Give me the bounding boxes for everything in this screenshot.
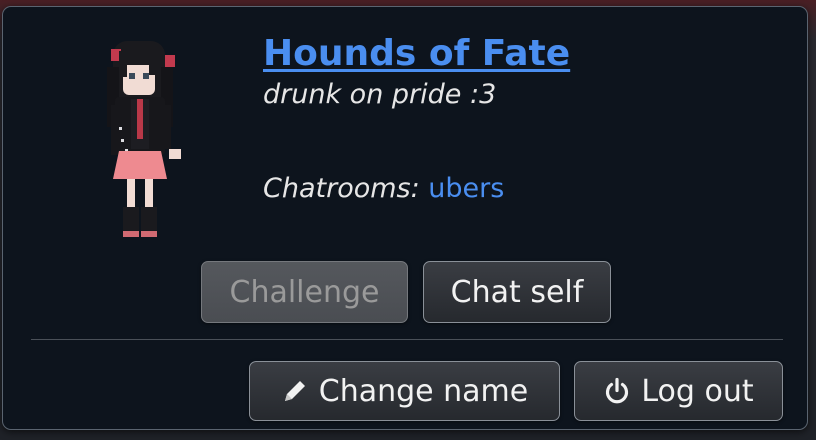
change-name-button[interactable]: Change name	[249, 361, 560, 421]
user-avatar	[91, 27, 203, 245]
log-out-button[interactable]: Log out	[574, 361, 783, 421]
user-popup: Hounds of Fate drunk on pride :3 Chatroo…	[2, 6, 808, 430]
power-icon	[603, 377, 631, 405]
divider	[31, 339, 783, 340]
challenge-button-label: Challenge	[229, 274, 380, 310]
chat-self-button[interactable]: Chat self	[423, 261, 611, 323]
pencil-icon	[281, 377, 309, 405]
chat-self-button-label: Chat self	[450, 274, 584, 310]
change-name-button-label: Change name	[318, 373, 529, 409]
log-out-button-label: Log out	[641, 373, 754, 409]
chatrooms-label: Chatrooms:	[263, 173, 420, 204]
chatrooms-line: Chatrooms: ubers	[263, 173, 504, 204]
chatroom-link-ubers[interactable]: ubers	[428, 173, 504, 204]
username-link[interactable]: Hounds of Fate	[263, 33, 570, 74]
user-status: drunk on pride :3	[263, 79, 497, 110]
challenge-button[interactable]: Challenge	[201, 261, 408, 323]
